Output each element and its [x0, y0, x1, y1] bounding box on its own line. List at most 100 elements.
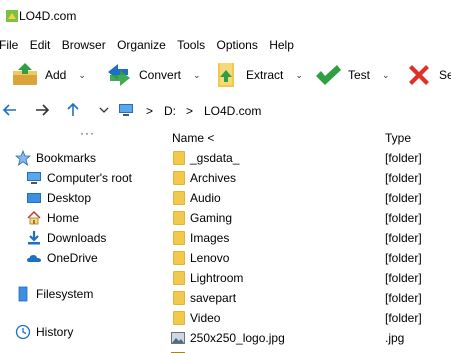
file-name: Lightroom	[190, 271, 244, 285]
file-name: Gaming	[190, 211, 233, 225]
add-label: Add	[45, 68, 67, 82]
menu-tools[interactable]: Tools	[177, 38, 205, 52]
file-name: _gsdata_	[190, 151, 240, 165]
file-type: [folder]	[385, 311, 422, 325]
toolbar: Add ⌄ Convert ⌄ Extract ⌄ Test ⌄ Se	[0, 55, 451, 95]
clock-icon	[15, 324, 31, 340]
sidebar: ··· Bookmarks Computer's root Desktop Ho…	[0, 126, 167, 353]
home-icon	[26, 210, 42, 226]
chevron-down-icon[interactable]: ⌄	[78, 70, 86, 81]
file-row[interactable]: savepart [folder]	[167, 288, 451, 308]
forward-arrow-icon[interactable]	[34, 102, 50, 118]
folder-icon	[171, 251, 185, 265]
file-type: [folder]	[385, 251, 422, 265]
menu-organize[interactable]: Organize	[117, 38, 166, 52]
file-row[interactable]: Video [folder]	[167, 308, 451, 328]
sidebar-item-computers-root[interactable]: Computer's root	[26, 169, 132, 187]
window-title: LO4D.com	[19, 9, 77, 23]
search-button[interactable]: Se	[404, 55, 451, 95]
folder-icon	[171, 271, 185, 285]
file-name: 250x250_logo.jpg	[190, 331, 285, 345]
star-icon	[15, 150, 31, 166]
sidebar-item-onedrive[interactable]: OneDrive	[26, 249, 98, 267]
file-type: [folder]	[385, 171, 422, 185]
chevron-down-icon[interactable]: ⌄	[295, 70, 303, 81]
file-row[interactable]: Lenovo [folder]	[167, 248, 451, 268]
file-name: Images	[190, 231, 230, 245]
folder-icon	[171, 151, 185, 165]
file-row[interactable]: Audio [folder]	[167, 188, 451, 208]
sidebar-item-label: Filesystem	[36, 287, 94, 301]
breadcrumb-folder[interactable]: LO4D.com	[204, 104, 261, 118]
file-row[interactable]: Archives [folder]	[167, 168, 451, 188]
folder-icon	[171, 291, 185, 305]
file-type: [folder]	[385, 151, 422, 165]
file-type: [folder]	[385, 231, 422, 245]
file-row[interactable]: Lightroom [folder]	[167, 268, 451, 288]
back-arrow-icon[interactable]	[2, 102, 18, 118]
menu-bar: File Edit Browser Organize Tools Options…	[0, 38, 451, 54]
breadcrumb-drive[interactable]: D:	[164, 104, 176, 118]
breadcrumb-separator: >	[146, 104, 154, 118]
file-row[interactable]: Gaming [folder]	[167, 208, 451, 228]
title-bar: LO4D.com	[0, 0, 451, 32]
sidebar-item-label: Bookmarks	[36, 151, 97, 165]
file-row[interactable]: 250x250_logo.jpg .jpg	[167, 328, 451, 348]
file-type: .jpg	[385, 331, 405, 345]
chevron-down-icon[interactable]: ⌄	[193, 70, 201, 81]
image-file-icon	[171, 331, 185, 345]
extract-icon	[211, 60, 241, 90]
file-name: savepart	[190, 291, 237, 305]
file-type: [folder]	[385, 291, 422, 305]
extract-label: Extract	[246, 68, 284, 82]
sidebar-item-desktop[interactable]: Desktop	[26, 189, 91, 207]
folder-icon	[171, 191, 185, 205]
address-bar: > D: > LO4D.com	[0, 97, 451, 125]
folder-icon	[171, 231, 185, 245]
sidebar-item-label: Home	[47, 211, 80, 225]
sidebar-item-filesystem[interactable]: Filesystem	[15, 285, 93, 303]
file-type: [folder]	[385, 191, 422, 205]
sidebar-item-label: Computer's root	[47, 171, 132, 185]
sidebar-more-button[interactable]: ···	[80, 126, 95, 140]
desktop-icon	[26, 190, 42, 206]
folder-icon	[171, 311, 185, 325]
history-chevron-down-icon[interactable]	[96, 102, 112, 118]
file-row[interactable]: 250x250_logo.png.png	[167, 348, 451, 353]
menu-file[interactable]: File	[0, 38, 18, 52]
menu-options[interactable]: Options	[216, 38, 257, 52]
computer-icon[interactable]	[118, 102, 134, 118]
add-button[interactable]: Add ⌄	[10, 55, 86, 95]
sidebar-item-bookmarks[interactable]: Bookmarks	[15, 149, 96, 167]
convert-button[interactable]: Convert ⌄	[104, 55, 201, 95]
chevron-down-icon[interactable]: ⌄	[382, 70, 390, 81]
close-icon	[404, 60, 434, 90]
sidebar-item-home[interactable]: Home	[26, 209, 79, 227]
menu-browser[interactable]: Browser	[62, 38, 106, 52]
file-name: Archives	[190, 171, 237, 185]
up-arrow-icon[interactable]	[65, 102, 81, 118]
file-type: [folder]	[385, 271, 422, 285]
add-archive-icon	[10, 60, 40, 90]
file-row[interactable]: Images [folder]	[167, 228, 451, 248]
menu-help[interactable]: Help	[269, 38, 294, 52]
sidebar-item-history[interactable]: History	[15, 323, 73, 341]
search-partial-label: Se	[439, 68, 451, 82]
drive-icon	[15, 286, 31, 302]
check-icon	[313, 60, 343, 90]
extract-button[interactable]: Extract ⌄	[211, 55, 303, 95]
cloud-icon	[26, 250, 42, 266]
test-button[interactable]: Test ⌄	[313, 55, 390, 95]
file-list: Name < Type _gsdata_ [folder] Archives [fol…	[167, 126, 451, 353]
breadcrumb-separator: >	[186, 104, 194, 118]
sidebar-item-label: Downloads	[47, 231, 107, 245]
column-header-name[interactable]: Name <	[172, 131, 214, 145]
sidebar-item-label: OneDrive	[47, 251, 98, 265]
column-header-type[interactable]: Type	[385, 131, 411, 145]
file-row[interactable]: _gsdata_ [folder]	[167, 148, 451, 168]
file-type: [folder]	[385, 211, 422, 225]
app-logo-icon	[6, 10, 18, 22]
menu-edit[interactable]: Edit	[30, 38, 51, 52]
file-name: Video	[190, 311, 221, 325]
sidebar-item-downloads[interactable]: Downloads	[26, 229, 106, 247]
